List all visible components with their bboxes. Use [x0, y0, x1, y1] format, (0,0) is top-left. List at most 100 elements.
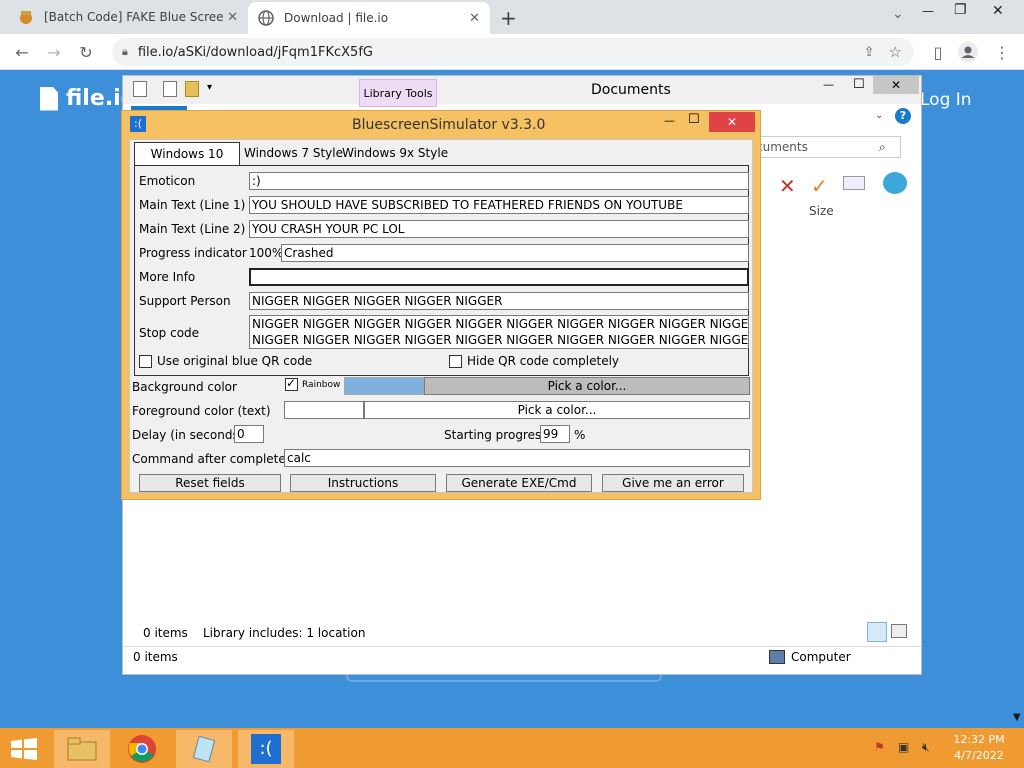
large-icons-view-icon[interactable]	[891, 624, 907, 638]
foreground-color-swatch	[284, 401, 364, 419]
start-windows-icon[interactable]	[0, 730, 48, 768]
main-text-line1-label: Main Text (Line 1)	[139, 198, 246, 212]
profile-avatar-icon[interactable]	[954, 34, 982, 70]
more-info-input[interactable]	[249, 268, 749, 286]
hide-qr-checkbox[interactable]	[449, 355, 462, 368]
bluescreen-simulator-window: :( BluescreenSimulator v3.3.0 — ☐ ✕ Wind…	[121, 110, 761, 500]
reset-fields-button[interactable]: Reset fields	[139, 474, 281, 492]
tab-search-chevron-icon[interactable]: ⌄	[892, 6, 904, 22]
back-arrow-icon[interactable]: ←	[8, 34, 36, 70]
explorer-title: Documents	[591, 82, 671, 98]
forward-arrow-icon[interactable]: →	[40, 34, 68, 70]
delay-input[interactable]: 0	[234, 425, 264, 443]
progress-percent: 100%	[249, 246, 284, 260]
clock-time: 12:32 PM	[953, 733, 1005, 746]
emoticon-label: Emoticon	[139, 174, 196, 188]
quick-access-chevron-icon[interactable]: ▾	[207, 82, 212, 93]
checkmark-icon: ✓	[286, 376, 297, 390]
app-sad-face-icon: :(	[130, 116, 146, 132]
new-doc-icon[interactable]	[163, 81, 177, 97]
library-item-count: 0 items	[143, 626, 188, 640]
background-pick-color-button[interactable]: Pick a color...	[424, 377, 750, 395]
tab-label: [Batch Code] FAKE Blue Screen of	[44, 10, 224, 24]
give-me-an-error-button[interactable]: Give me an error	[602, 474, 744, 492]
progress-indicator-input[interactable]: Crashed	[281, 244, 749, 262]
starting-progress-input[interactable]: 99	[540, 425, 570, 443]
scroll-down-arrow-icon[interactable]: ▼	[1013, 712, 1021, 723]
system-clock[interactable]: 12:32 PM 4/7/2022	[948, 732, 1010, 764]
reload-icon[interactable]: ↻	[72, 34, 100, 70]
use-original-qr-checkbox[interactable]	[139, 355, 152, 368]
stop-code-line: NIGGER NIGGER NIGGER NIGGER NIGGER NIGGE…	[252, 333, 749, 347]
window-close-button[interactable]: ✕	[992, 3, 1004, 19]
foreground-pick-color-button[interactable]: Pick a color...	[364, 401, 750, 419]
bluescreen-simulator-taskbar-icon[interactable]: :(	[238, 730, 294, 768]
page-scrollbar[interactable]	[1012, 70, 1024, 728]
rename-check-icon[interactable]: ✓	[811, 174, 828, 198]
tab-close-icon[interactable]: ✕	[227, 10, 238, 25]
hide-qr-label: Hide QR code completely	[467, 354, 620, 368]
side-panel-icon[interactable]: ▯	[924, 34, 952, 70]
notepad-taskbar-icon[interactable]	[176, 730, 232, 768]
folder-icon[interactable]	[185, 81, 199, 97]
explorer-minimize-button[interactable]: —	[823, 78, 834, 91]
clock-date: 4/7/2022	[954, 749, 1004, 762]
tab-close-icon[interactable]: ✕	[469, 11, 480, 26]
emoticon-input[interactable]: :)	[249, 172, 749, 190]
window-minimize-button[interactable]: —	[922, 4, 934, 18]
tab-windows-7-style[interactable]: Windows 7 Style	[244, 146, 343, 160]
file-explorer-taskbar-icon[interactable]	[54, 730, 110, 768]
tab-windows-9x-style[interactable]: Windows 9x Style	[342, 146, 448, 160]
sad-face-glyph: :(	[251, 734, 281, 764]
command-after-complete-input[interactable]: calc	[284, 449, 750, 467]
bookmark-star-icon[interactable]: ☆	[889, 43, 902, 61]
share-icon[interactable]: ⇪	[864, 45, 875, 60]
rainbow-label: Rainbow	[302, 380, 341, 390]
chrome-taskbar-icon[interactable]	[114, 730, 170, 768]
globe-share-icon[interactable]	[883, 172, 907, 194]
dialog-maximize-button[interactable]: ☐	[688, 112, 700, 127]
main-text-line1-input[interactable]: YOU SHOULD HAVE SUBSCRIBED TO FEATHERED …	[249, 196, 749, 214]
dialog-close-button[interactable]: ✕	[709, 112, 755, 132]
browser-tab-batch-code[interactable]: [Batch Code] FAKE Blue Screen of ✕	[8, 0, 248, 34]
browser-tab-fileio[interactable]: Download | file.io ✕	[248, 2, 490, 34]
action-center-flag-icon[interactable]: ⚑	[874, 740, 885, 754]
support-person-input[interactable]: NIGGER NIGGER NIGGER NIGGER NIGGER	[249, 292, 749, 310]
details-view-icon[interactable]	[867, 622, 887, 642]
help-icon[interactable]: ?	[895, 108, 911, 124]
new-tab-button[interactable]: +	[500, 6, 517, 30]
dialog-minimize-button[interactable]: —	[664, 114, 675, 127]
stop-code-line: NIGGER NIGGER NIGGER NIGGER NIGGER NIGGE…	[252, 317, 749, 331]
tab-panel: Emoticon :) Main Text (Line 1) YOU SHOUL…	[134, 165, 749, 376]
properties-window-icon[interactable]	[843, 176, 865, 190]
delete-x-icon[interactable]: ✕	[779, 174, 796, 198]
explorer-close-button[interactable]: ✕	[873, 76, 919, 94]
generate-exe-button[interactable]: Generate EXE/Cmd	[446, 474, 592, 492]
explorer-maximize-button[interactable]: ☐	[853, 77, 865, 92]
column-header-size[interactable]: Size	[809, 204, 834, 218]
menu-kebab-icon[interactable]: ⋮	[988, 34, 1016, 70]
use-original-qr-label: Use original blue QR code	[157, 354, 313, 368]
properties-icon[interactable]	[133, 81, 147, 97]
progress-indicator-label: Progress indicator	[139, 246, 247, 260]
dialog-title: BluescreenSimulator v3.3.0	[352, 117, 546, 133]
starting-progress-label: Starting progress	[444, 428, 548, 442]
volume-muted-icon[interactable]: 🔇︎	[922, 740, 930, 755]
instructions-button[interactable]: Instructions	[290, 474, 436, 492]
support-person-label: Support Person	[139, 294, 231, 308]
browser-toolbar: ← → ↻ 🔒︎ file.io/aSKi/download/jFqm1FKcX…	[0, 34, 1024, 70]
login-link[interactable]: Log In	[920, 90, 972, 110]
tab-windows-10-style[interactable]: Windows 10 Style	[134, 142, 240, 183]
rainbow-checkbox[interactable]: ✓	[285, 376, 298, 391]
network-icon[interactable]: ▣	[898, 740, 909, 754]
window-restore-button[interactable]: ❐	[954, 2, 967, 18]
delay-label: Delay (in seconds)	[132, 428, 244, 442]
status-bar-items: 0 items	[133, 650, 178, 664]
main-text-line2-input[interactable]: YOU CRASH YOUR PC LOL	[249, 220, 749, 238]
address-bar[interactable]: 🔒︎ file.io/aSKi/download/jFqm1FKcX5fG ⇪ …	[112, 38, 914, 66]
library-tools-tab[interactable]: Library Tools	[359, 79, 437, 107]
main-text-line2-label: Main Text (Line 2)	[139, 222, 246, 236]
background-color-swatch	[344, 377, 424, 395]
ribbon-collapse-chevron-icon[interactable]: ⌄	[875, 110, 883, 121]
stop-code-textarea[interactable]: NIGGER NIGGER NIGGER NIGGER NIGGER NIGGE…	[249, 315, 749, 349]
